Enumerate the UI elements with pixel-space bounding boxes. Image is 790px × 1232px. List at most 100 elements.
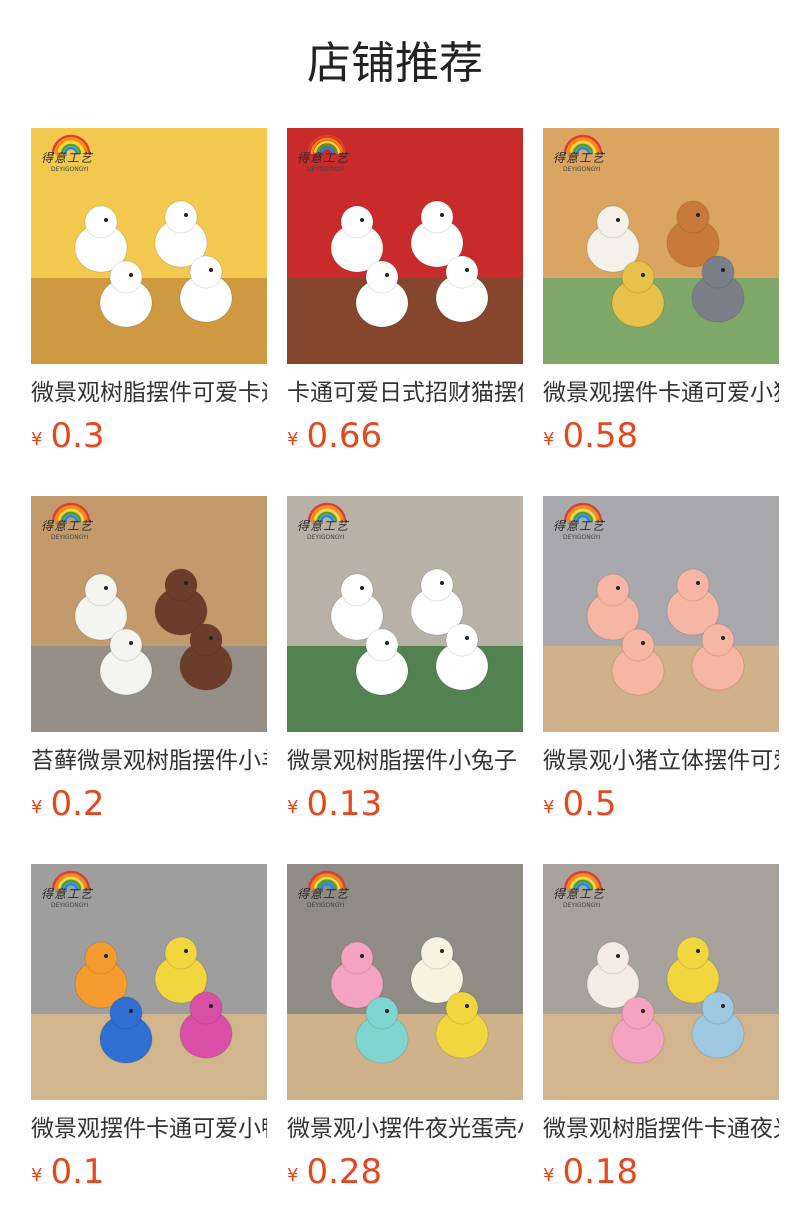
brand-logo: 得意工艺 DEYIGONGYI — [293, 132, 367, 178]
product-image[interactable]: 得意工艺 DEYIGONGYI — [287, 496, 523, 732]
figurine-eye-shape — [696, 213, 700, 217]
figurine-head-shape — [164, 568, 198, 602]
figurine-eye-shape — [104, 586, 108, 590]
figurine-eye-shape — [465, 1004, 469, 1008]
product-name[interactable]: 微景观小摆件夜光蛋壳小鸡 — [287, 1114, 523, 1144]
figurine-head-shape — [164, 936, 198, 970]
figurine-eye-shape — [104, 218, 108, 222]
figurine-eye-shape — [184, 213, 188, 217]
brand-logo: 得意工艺 DEYIGONGYI — [37, 132, 111, 178]
price-value: 0.2 — [50, 784, 105, 824]
price-value: 0.1 — [50, 1152, 105, 1192]
brand-logo-text: 得意工艺 — [297, 519, 350, 533]
product-price: ¥0.2 — [31, 784, 267, 824]
brand-logo: 得意工艺 DEYIGONGYI — [37, 868, 111, 914]
brand-logo-text: 得意工艺 — [297, 151, 350, 165]
figurine-head-shape — [84, 573, 118, 607]
product-name[interactable]: 微景观树脂摆件小兔子 — [287, 746, 523, 776]
product-card-9[interactable]: 得意工艺 DEYIGONGYI 微景观树脂摆件卡通夜光兔 ¥0.18 — [543, 864, 779, 1232]
price-value: 0.28 — [306, 1152, 383, 1192]
product-image[interactable]: 得意工艺 DEYIGONGYI — [31, 128, 267, 364]
figurine-eye-shape — [721, 636, 725, 640]
product-image[interactable]: 得意工艺 DEYIGONGYI — [287, 128, 523, 364]
figurine-eye-shape — [440, 213, 444, 217]
figurine-head-shape — [189, 991, 223, 1025]
product-card-1[interactable]: 得意工艺 DEYIGONGYI 微景观树脂摆件可爱卡通小鸡 ¥0.3 — [31, 128, 267, 496]
product-name[interactable]: 卡通可爱日式招财猫摆件 — [287, 378, 523, 408]
product-card-7[interactable]: 得意工艺 DEYIGONGYI 微景观摆件卡通可爱小鸭子 ¥0.1 — [31, 864, 267, 1232]
product-image[interactable]: 得意工艺 DEYIGONGYI — [543, 128, 779, 364]
product-card-8[interactable]: 得意工艺 DEYIGONGYI 微景观小摆件夜光蛋壳小鸡 ¥0.28 — [287, 864, 523, 1232]
figurine-eye-shape — [360, 586, 364, 590]
product-card-4[interactable]: 得意工艺 DEYIGONGYI 苔藓微景观树脂摆件小羊 ¥0.2 — [31, 496, 267, 864]
figurine-head-shape — [621, 996, 655, 1030]
currency-symbol: ¥ — [543, 1165, 555, 1186]
product-name[interactable]: 微景观树脂摆件可爱卡通小鸡 — [31, 378, 267, 408]
figurine-eye-shape — [360, 218, 364, 222]
product-card-2[interactable]: 得意工艺 DEYIGONGYI 卡通可爱日式招财猫摆件 ¥0.66 — [287, 128, 523, 496]
figurine-eye-shape — [641, 1009, 645, 1013]
product-name[interactable]: 微景观树脂摆件卡通夜光兔 — [543, 1114, 779, 1144]
figurine-eye-shape — [465, 636, 469, 640]
product-name[interactable]: 微景观小猪立体摆件可爱 — [543, 746, 779, 776]
brand-logo: 得意工艺 DEYIGONGYI — [37, 500, 111, 546]
figurine-head-shape — [621, 628, 655, 662]
page-title: 店铺推荐 — [307, 38, 483, 89]
brand-logo-subtext: DEYIGONGYI — [563, 166, 601, 173]
brand-logo-text: 得意工艺 — [297, 887, 350, 901]
brand-logo: 得意工艺 DEYIGONGYI — [549, 868, 623, 914]
figurine-head-shape — [164, 200, 198, 234]
figurine-head-shape — [109, 628, 143, 662]
product-image[interactable]: 得意工艺 DEYIGONGYI — [31, 864, 267, 1100]
figurine-eye-shape — [104, 954, 108, 958]
figurine-head-shape — [84, 941, 118, 975]
price-value: 0.58 — [562, 416, 639, 456]
product-card-5[interactable]: 得意工艺 DEYIGONGYI 微景观树脂摆件小兔子 ¥0.13 — [287, 496, 523, 864]
figurine-eye-shape — [360, 954, 364, 958]
figurine-eye-shape — [209, 1004, 213, 1008]
figurine-eye-shape — [184, 581, 188, 585]
figurine-head-shape — [676, 568, 710, 602]
product-image[interactable]: 得意工艺 DEYIGONGYI — [287, 864, 523, 1100]
figurine-eye-shape — [184, 949, 188, 953]
figurine-eye-shape — [721, 1004, 725, 1008]
figurine-eye-shape — [209, 636, 213, 640]
figurine-eye-shape — [129, 1009, 133, 1013]
price-value: 0.18 — [562, 1152, 639, 1192]
product-card-3[interactable]: 得意工艺 DEYIGONGYI 微景观摆件卡通可爱小狗 ¥0.58 — [543, 128, 779, 496]
brand-logo: 得意工艺 DEYIGONGYI — [293, 868, 367, 914]
product-image[interactable]: 得意工艺 DEYIGONGYI — [31, 496, 267, 732]
product-image[interactable]: 得意工艺 DEYIGONGYI — [543, 496, 779, 732]
figurine-head-shape — [596, 205, 630, 239]
brand-logo-subtext: DEYIGONGYI — [51, 534, 89, 541]
figurine-head-shape — [445, 623, 479, 657]
brand-logo-text: 得意工艺 — [553, 519, 606, 533]
figurine-eye-shape — [440, 949, 444, 953]
figurine-eye-shape — [385, 273, 389, 277]
figurine-eye-shape — [129, 273, 133, 277]
figurine-head-shape — [109, 996, 143, 1030]
product-grid: 得意工艺 DEYIGONGYI 微景观树脂摆件可爱卡通小鸡 ¥0.3 — [0, 128, 790, 1232]
figurine-eye-shape — [696, 949, 700, 953]
brand-logo-subtext: DEYIGONGYI — [51, 166, 89, 173]
figurine-head-shape — [596, 941, 630, 975]
price-value: 0.3 — [50, 416, 105, 456]
figurine-head-shape — [621, 260, 655, 294]
currency-symbol: ¥ — [287, 429, 299, 450]
currency-symbol: ¥ — [543, 429, 555, 450]
brand-logo: 得意工艺 DEYIGONGYI — [293, 500, 367, 546]
product-name[interactable]: 微景观摆件卡通可爱小鸭子 — [31, 1114, 267, 1144]
product-image[interactable]: 得意工艺 DEYIGONGYI — [543, 864, 779, 1100]
figurine-head-shape — [365, 260, 399, 294]
product-card-6[interactable]: 得意工艺 DEYIGONGYI 微景观小猪立体摆件可爱 ¥0.5 — [543, 496, 779, 864]
figurine-head-shape — [420, 200, 454, 234]
brand-logo: 得意工艺 DEYIGONGYI — [549, 132, 623, 178]
currency-symbol: ¥ — [31, 1165, 43, 1186]
figurine-eye-shape — [209, 268, 213, 272]
figurine-head-shape — [365, 628, 399, 662]
figurine-head-shape — [420, 936, 454, 970]
brand-logo-text: 得意工艺 — [41, 887, 94, 901]
product-name[interactable]: 苔藓微景观树脂摆件小羊 — [31, 746, 267, 776]
product-name[interactable]: 微景观摆件卡通可爱小狗 — [543, 378, 779, 408]
figurine-head-shape — [420, 568, 454, 602]
